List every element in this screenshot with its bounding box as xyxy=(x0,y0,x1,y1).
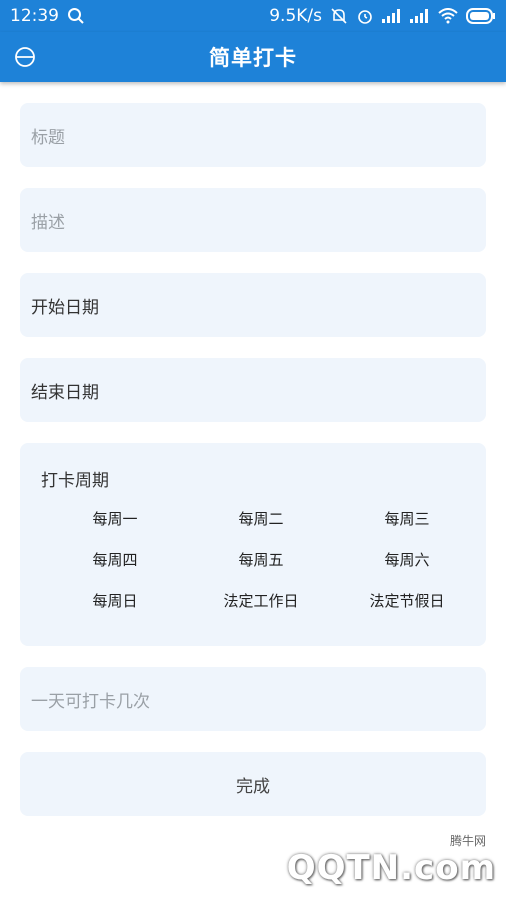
app-bar: 简单打卡 xyxy=(0,32,506,82)
status-bar: 12:39 9.5K/s xyxy=(0,0,506,32)
done-button[interactable]: 完成 xyxy=(20,752,486,816)
day-option-tuesday[interactable]: 每周二 xyxy=(188,509,334,530)
signal-icon xyxy=(382,9,402,23)
signal-icon-2 xyxy=(410,9,430,23)
status-time: 12:39 xyxy=(10,6,59,26)
cycle-options: 每周一 每周二 每周三 每周四 每周五 每周六 每周日 法定工作日 法定节假日 xyxy=(42,509,480,612)
day-option-monday[interactable]: 每周一 xyxy=(42,509,188,530)
description-placeholder: 描述 xyxy=(31,212,65,233)
end-date-label: 结束日期 xyxy=(31,382,99,403)
day-option-holiday[interactable]: 法定节假日 xyxy=(334,591,480,612)
times-placeholder: 一天可打卡几次 xyxy=(31,691,150,712)
network-speed: 9.5K/s xyxy=(269,6,322,26)
search-icon xyxy=(67,7,85,25)
cycle-label: 打卡周期 xyxy=(41,471,109,491)
title-placeholder: 标题 xyxy=(31,127,65,148)
watermark-logo-text: QQTN.com xyxy=(286,848,496,888)
start-date-label: 开始日期 xyxy=(31,297,99,318)
wifi-icon xyxy=(438,8,458,24)
checkin-cycle-panel: 打卡周期 每周一 每周二 每周三 每周四 每周五 每周六 每周日 法定工作日 法… xyxy=(20,443,486,646)
end-date-field[interactable]: 结束日期 xyxy=(20,358,486,422)
day-option-saturday[interactable]: 每周六 xyxy=(334,550,480,571)
day-option-wednesday[interactable]: 每周三 xyxy=(334,509,480,530)
done-label: 完成 xyxy=(236,776,270,797)
alarm-icon xyxy=(356,7,374,25)
title-input[interactable]: 标题 xyxy=(20,103,486,167)
start-date-field[interactable]: 开始日期 xyxy=(20,273,486,337)
day-option-thursday[interactable]: 每周四 xyxy=(42,550,188,571)
times-per-day-input[interactable]: 一天可打卡几次 xyxy=(20,667,486,731)
watermark: 腾牛网 QQTN.com xyxy=(287,832,496,892)
description-input[interactable]: 描述 xyxy=(20,188,486,252)
mute-bell-icon xyxy=(330,7,348,25)
battery-icon xyxy=(466,8,496,24)
day-option-friday[interactable]: 每周五 xyxy=(188,550,334,571)
watermark-small-text: 腾牛网 xyxy=(449,834,486,848)
page-title: 简单打卡 xyxy=(209,46,297,70)
day-option-workday[interactable]: 法定工作日 xyxy=(188,591,334,612)
day-option-sunday[interactable]: 每周日 xyxy=(42,591,188,612)
form-container: 标题 描述 开始日期 结束日期 打卡周期 每周一 每周二 每周三 每周四 每周五… xyxy=(20,103,486,816)
